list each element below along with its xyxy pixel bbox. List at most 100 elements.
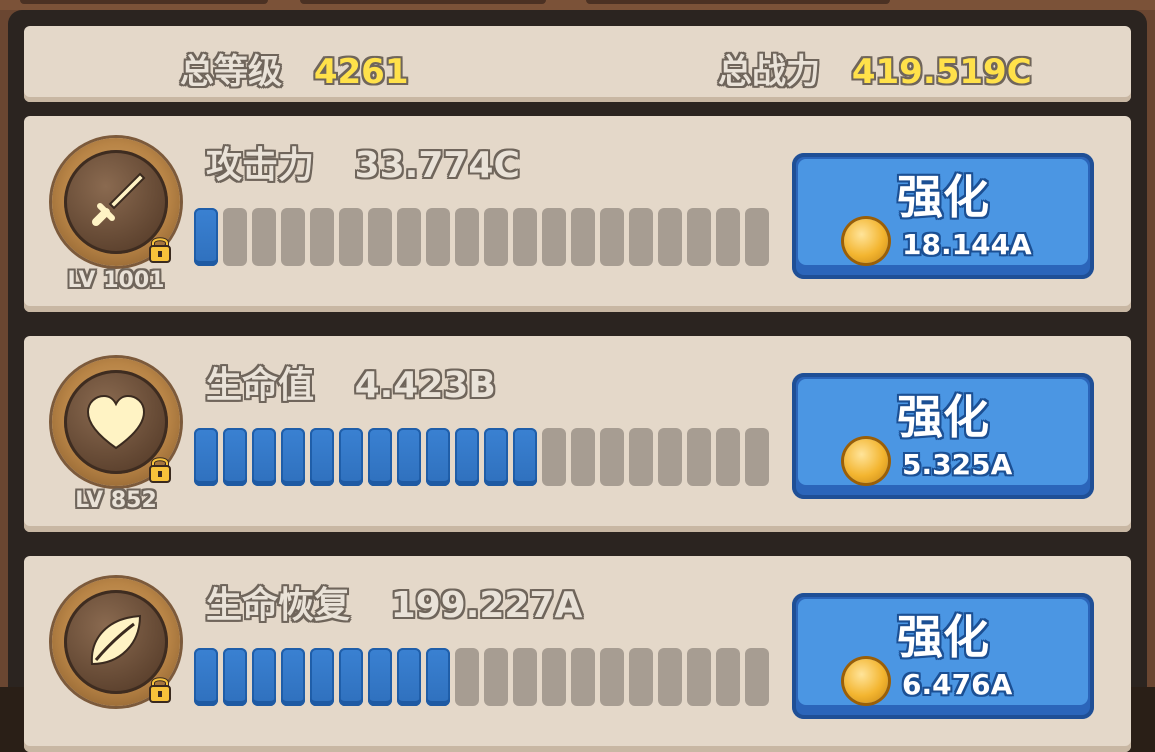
top-tab-3 <box>586 0 890 4</box>
progress-segment <box>397 208 421 266</box>
progress-segment <box>368 428 392 486</box>
total-level: 总等级 4261 <box>180 44 408 93</box>
progress-segment <box>513 648 537 706</box>
progress-segment <box>600 208 624 266</box>
progress-segment <box>629 208 653 266</box>
coin-icon <box>844 659 888 703</box>
progress-segment <box>339 208 363 266</box>
upgrade-button[interactable]: 强化 5.325A <box>792 373 1094 499</box>
progress-segment <box>571 428 595 486</box>
upgrade-button[interactable]: 强化 6.476A <box>792 593 1094 719</box>
progress-bar <box>194 208 774 266</box>
stat-name: 攻击力 <box>206 145 315 186</box>
leaf-icon <box>90 614 142 666</box>
stat-line: 攻击力 33.774C <box>206 136 520 188</box>
level-label: LV 852 <box>75 488 157 513</box>
upgrade-cost: 18.144A <box>902 228 1032 261</box>
progress-segment <box>571 208 595 266</box>
progress-segment <box>745 208 769 266</box>
progress-segment <box>252 208 276 266</box>
stat-line: 生命恢复 199.227A <box>206 576 582 628</box>
progress-bar <box>194 428 774 486</box>
progress-segment <box>223 208 247 266</box>
progress-segment <box>426 428 450 486</box>
progress-segment <box>368 208 392 266</box>
progress-segment <box>629 428 653 486</box>
progress-segment <box>281 648 305 706</box>
upgrade-cost: 6.476A <box>902 668 1013 701</box>
progress-segment <box>194 208 218 266</box>
progress-segment <box>339 428 363 486</box>
progress-segment <box>600 648 624 706</box>
upgrade-label: 强化 <box>897 390 989 444</box>
total-power-value: 419.519C <box>851 52 1032 92</box>
progress-segment <box>194 648 218 706</box>
progress-segment <box>687 208 711 266</box>
lock-icon <box>149 457 171 483</box>
progress-segment <box>397 648 421 706</box>
total-power-label: 总战力 <box>718 52 820 92</box>
stat-name: 生命恢复 <box>206 585 351 626</box>
progress-segment <box>716 208 740 266</box>
upgrade-button[interactable]: 强化 18.144A <box>792 153 1094 279</box>
progress-segment <box>426 208 450 266</box>
total-level-label: 总等级 <box>180 52 282 92</box>
stat-card-hp: LV 852 生命值 4.423B 强化 5.325A <box>24 336 1131 532</box>
progress-segment <box>542 208 566 266</box>
progress-segment <box>426 648 450 706</box>
progress-segment <box>339 648 363 706</box>
coin-icon <box>844 439 888 483</box>
sword-icon <box>92 172 146 226</box>
progress-segment <box>745 648 769 706</box>
progress-segment <box>716 428 740 486</box>
progress-segment <box>484 208 508 266</box>
top-strip <box>0 0 1155 10</box>
progress-segment <box>658 428 682 486</box>
stat-name: 生命值 <box>206 365 315 406</box>
progress-segment <box>542 428 566 486</box>
total-power: 总战力 419.519C <box>718 44 1032 93</box>
coin-icon <box>844 219 888 263</box>
progress-segment <box>658 208 682 266</box>
game-frame: 总等级 4261 总战力 419.519C LV 1001 攻击力 33.774 <box>0 0 1155 752</box>
progress-segment <box>513 208 537 266</box>
top-tab-1 <box>20 0 268 4</box>
progress-segment <box>687 428 711 486</box>
lock-icon <box>149 677 171 703</box>
progress-segment <box>194 428 218 486</box>
progress-segment <box>687 648 711 706</box>
progress-segment <box>223 648 247 706</box>
progress-segment <box>310 208 334 266</box>
heart-icon <box>86 394 146 450</box>
progress-segment <box>542 648 566 706</box>
stat-value: 33.774C <box>354 145 520 186</box>
progress-segment <box>368 648 392 706</box>
progress-segment <box>281 428 305 486</box>
progress-segment <box>310 428 334 486</box>
progress-segment <box>571 648 595 706</box>
stat-card-regen: 生命恢复 199.227A 强化 6.476A <box>24 556 1131 752</box>
progress-segment <box>745 428 769 486</box>
progress-segment <box>455 208 479 266</box>
progress-segment <box>658 648 682 706</box>
progress-segment <box>252 428 276 486</box>
progress-segment <box>600 428 624 486</box>
stat-card-attack: LV 1001 攻击力 33.774C 强化 18.144A <box>24 116 1131 312</box>
progress-bar <box>194 648 774 706</box>
progress-segment <box>252 648 276 706</box>
summary-bar: 总等级 4261 总战力 419.519C <box>24 26 1131 102</box>
upgrade-cost: 5.325A <box>902 448 1013 481</box>
progress-segment <box>455 648 479 706</box>
progress-segment <box>397 428 421 486</box>
progress-segment <box>455 428 479 486</box>
progress-segment <box>629 648 653 706</box>
progress-segment <box>223 428 247 486</box>
stat-line: 生命值 4.423B <box>206 356 496 408</box>
level-label: LV 1001 <box>67 268 165 293</box>
upgrade-label: 强化 <box>897 610 989 664</box>
progress-segment <box>513 428 537 486</box>
stat-value: 199.227A <box>390 585 583 626</box>
total-level-value: 4261 <box>313 52 409 92</box>
progress-segment <box>310 648 334 706</box>
upgrade-label: 强化 <box>897 170 989 224</box>
